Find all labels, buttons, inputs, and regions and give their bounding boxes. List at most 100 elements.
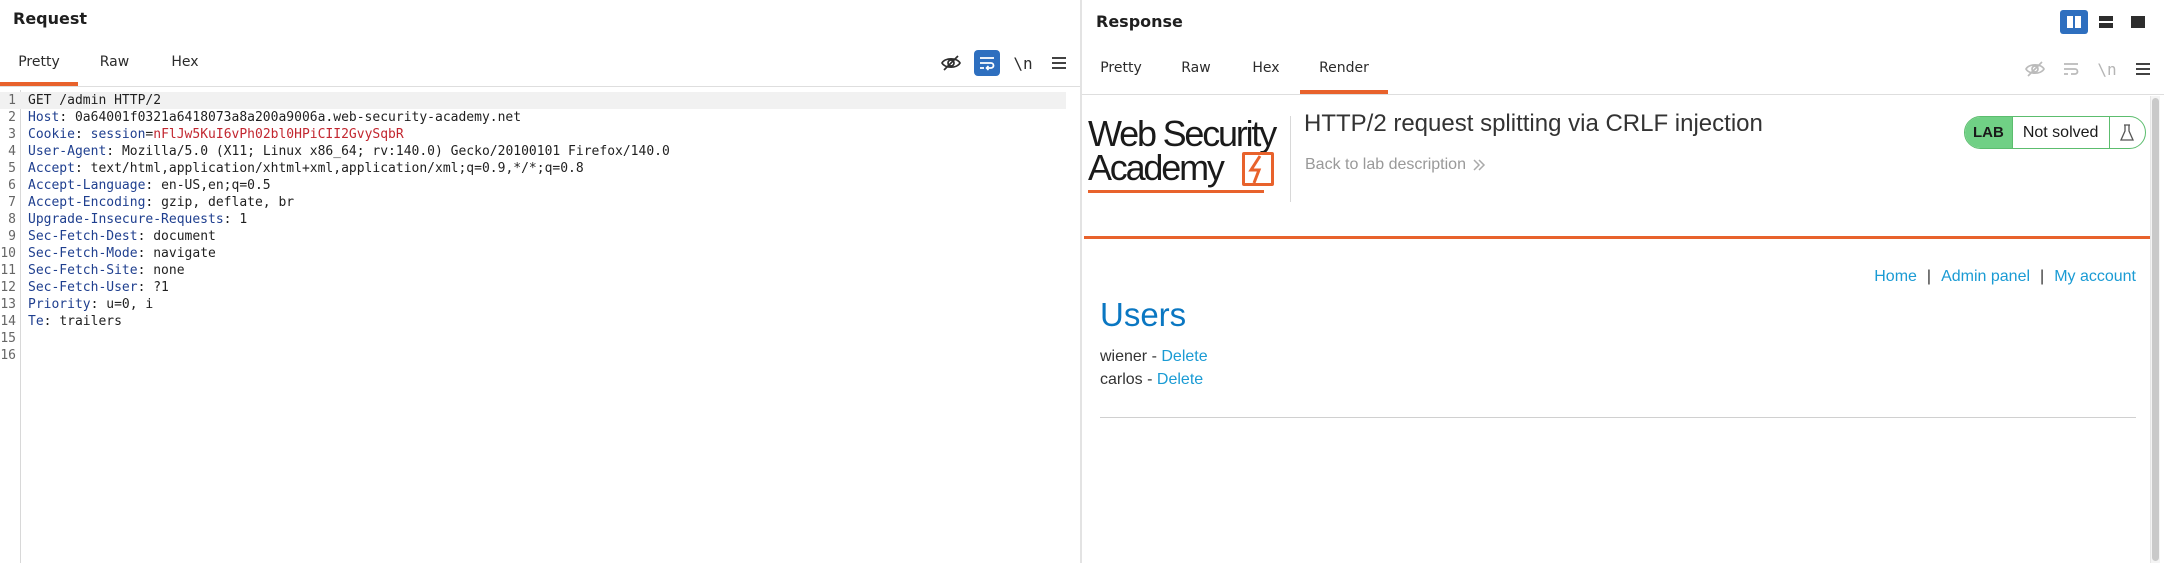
render-scrollbar[interactable] xyxy=(2150,96,2160,563)
flask-button[interactable] xyxy=(2108,117,2145,148)
flask-icon xyxy=(2120,123,2135,141)
code-line: 6 Accept-Language: en-US,en;q=0.5 xyxy=(8,178,271,193)
request-pane: Request Pretty Raw Hex \n 1 GET /admin HT… xyxy=(0,0,1080,563)
wrap-lines-button[interactable] xyxy=(974,50,1000,76)
request-tab-hex[interactable]: Hex xyxy=(151,44,219,86)
single-pane-icon xyxy=(2131,16,2145,28)
nav-separator: | xyxy=(2040,268,2045,285)
response-menu-button[interactable] xyxy=(2130,56,2156,82)
hamburger-menu-icon xyxy=(2136,63,2150,75)
user-row: carlos - Delete xyxy=(1100,371,1204,388)
request-line: GET /admin HTTP/2 xyxy=(28,93,162,108)
username: carlos xyxy=(1100,371,1143,388)
lab-label: LAB xyxy=(1965,117,2012,148)
request-editor[interactable]: 1 GET /admin HTTP/2 2 Host: 0a64001f0321a6… xyxy=(0,90,1080,563)
response-tab-pretty[interactable]: Pretty xyxy=(1082,50,1160,94)
header-value: none xyxy=(153,263,185,278)
code-line: 4 User-Agent: Mozilla/5.0 (X11; Linux x86… xyxy=(8,144,670,159)
hide-nonprintable-button[interactable] xyxy=(2022,56,2048,82)
header-name: User-Agent xyxy=(28,144,107,159)
user-row: wiener - Delete xyxy=(1100,348,1208,365)
request-title: Request xyxy=(13,9,88,28)
code-line: 1 GET /admin HTTP/2 xyxy=(0,92,1066,109)
hamburger-menu-icon xyxy=(1052,57,1066,69)
delete-user-link[interactable]: Delete xyxy=(1161,348,1207,365)
request-tab-raw[interactable]: Raw xyxy=(78,44,151,86)
hide-nonprintable-button[interactable] xyxy=(938,50,964,76)
content-divider xyxy=(1100,417,2136,418)
header-name: Accept-Encoding xyxy=(28,195,146,210)
header-value: ?1 xyxy=(153,280,169,295)
show-newlines-button[interactable]: \n xyxy=(1010,50,1036,76)
logo-underline xyxy=(1088,190,1264,193)
eye-slash-icon xyxy=(941,55,961,71)
code-line: 3 Cookie: session=nFlJw5KuI6vPh02bl0HPiCI… xyxy=(8,127,404,142)
code-line: 8 Upgrade-Insecure-Requests: 1 xyxy=(8,212,248,227)
header-name: Accept xyxy=(28,161,75,176)
header-name: Sec-Fetch-Site xyxy=(28,263,138,278)
wrap-lines-button[interactable] xyxy=(2058,56,2084,82)
response-tabs-divider xyxy=(1082,94,2164,95)
header-value: 0a64001f0321a6418073a8a200a9006a.web-sec… xyxy=(74,110,522,125)
back-to-lab-description-link[interactable]: Back to lab description xyxy=(1305,156,1486,174)
split-vertical-icon xyxy=(2099,16,2113,28)
response-tab-render[interactable]: Render xyxy=(1300,50,1388,94)
request-toolbar: \n xyxy=(938,50,1072,76)
newline-icon: \n xyxy=(2097,59,2117,79)
eye-slash-icon xyxy=(2025,61,2045,77)
lab-status-badge: LAB Not solved xyxy=(1964,116,2146,149)
header-name: Accept-Language xyxy=(28,178,146,193)
header-value: trailers xyxy=(59,314,122,329)
code-line: 2 Host: 0a64001f0321a6418073a8a200a9006a.… xyxy=(8,110,522,125)
scrollbar-thumb[interactable] xyxy=(2152,98,2159,561)
response-tab-raw[interactable]: Raw xyxy=(1160,50,1232,94)
wrap-lines-icon xyxy=(980,57,995,71)
username: wiener xyxy=(1100,348,1148,365)
request-menu-button[interactable] xyxy=(1046,50,1072,76)
request-tabs: Pretty Raw Hex xyxy=(0,44,219,86)
header-value: document xyxy=(153,229,216,244)
request-tab-pretty[interactable]: Pretty xyxy=(0,44,78,86)
response-tabs: Pretty Raw Hex Render xyxy=(1082,50,1388,94)
web-security-academy-logo[interactable]: Web Security Academy xyxy=(1088,116,1291,202)
header-value: navigate xyxy=(153,246,216,261)
code-line: 11 Sec-Fetch-Site: none xyxy=(0,263,185,278)
header-value: u=0, i xyxy=(106,297,154,312)
nav-my-account-link[interactable]: My account xyxy=(2054,268,2136,286)
code-line: 13 Priority: u=0, i xyxy=(0,297,154,312)
lab-status: Not solved xyxy=(2011,117,2109,148)
request-tabs-divider xyxy=(0,86,1080,87)
header-value: en-US,en;q=0.5 xyxy=(161,178,271,193)
response-toolbar: \n xyxy=(2022,56,2156,82)
cookie-name: session xyxy=(90,127,146,142)
header-name: Sec-Fetch-Dest xyxy=(28,229,138,244)
code-line: 12 Sec-Fetch-User: ?1 xyxy=(0,280,169,295)
top-navigation: Home | Admin panel | My account xyxy=(1874,268,2136,286)
code-line: 5 Accept: text/html,application/xhtml+xml… xyxy=(8,161,584,176)
layout-stacked-button[interactable] xyxy=(2092,10,2120,34)
header-name: Priority xyxy=(28,297,91,312)
layout-single-button[interactable] xyxy=(2124,10,2152,34)
response-tab-hex[interactable]: Hex xyxy=(1232,50,1300,94)
response-title: Response xyxy=(1096,12,1183,31)
show-newlines-button[interactable]: \n xyxy=(2094,56,2120,82)
nav-home-link[interactable]: Home xyxy=(1874,268,1917,286)
cookie-value: nFlJw5KuI6vPh02bl0HPiCII2GvySqbR xyxy=(153,127,404,142)
code-line: 15 xyxy=(0,331,16,346)
header-value: text/html,application/xhtml+xml,applicat… xyxy=(90,161,584,176)
rendered-page: Web Security Academy HTTP/2 request spli… xyxy=(1084,96,2150,563)
newline-icon: \n xyxy=(1013,53,1033,73)
code-line: 10 Sec-Fetch-Mode: navigate xyxy=(0,246,216,261)
delete-user-link[interactable]: Delete xyxy=(1157,371,1203,388)
nav-admin-panel-link[interactable]: Admin panel xyxy=(1941,268,2030,286)
layout-toggles xyxy=(2060,10,2152,34)
chevron-double-right-icon xyxy=(1473,159,1486,171)
header-value: 1 xyxy=(239,212,248,227)
layout-side-by-side-button[interactable] xyxy=(2060,10,2088,34)
code-line: 7 Accept-Encoding: gzip, deflate, br xyxy=(8,195,295,210)
split-horizontal-icon xyxy=(2067,16,2081,28)
back-link-label: Back to lab description xyxy=(1305,156,1466,173)
header-value: Mozilla/5.0 (X11; Linux x86_64; rv:140.0… xyxy=(121,144,670,159)
header-rule xyxy=(1084,236,2150,239)
header-name: Te xyxy=(28,314,44,329)
